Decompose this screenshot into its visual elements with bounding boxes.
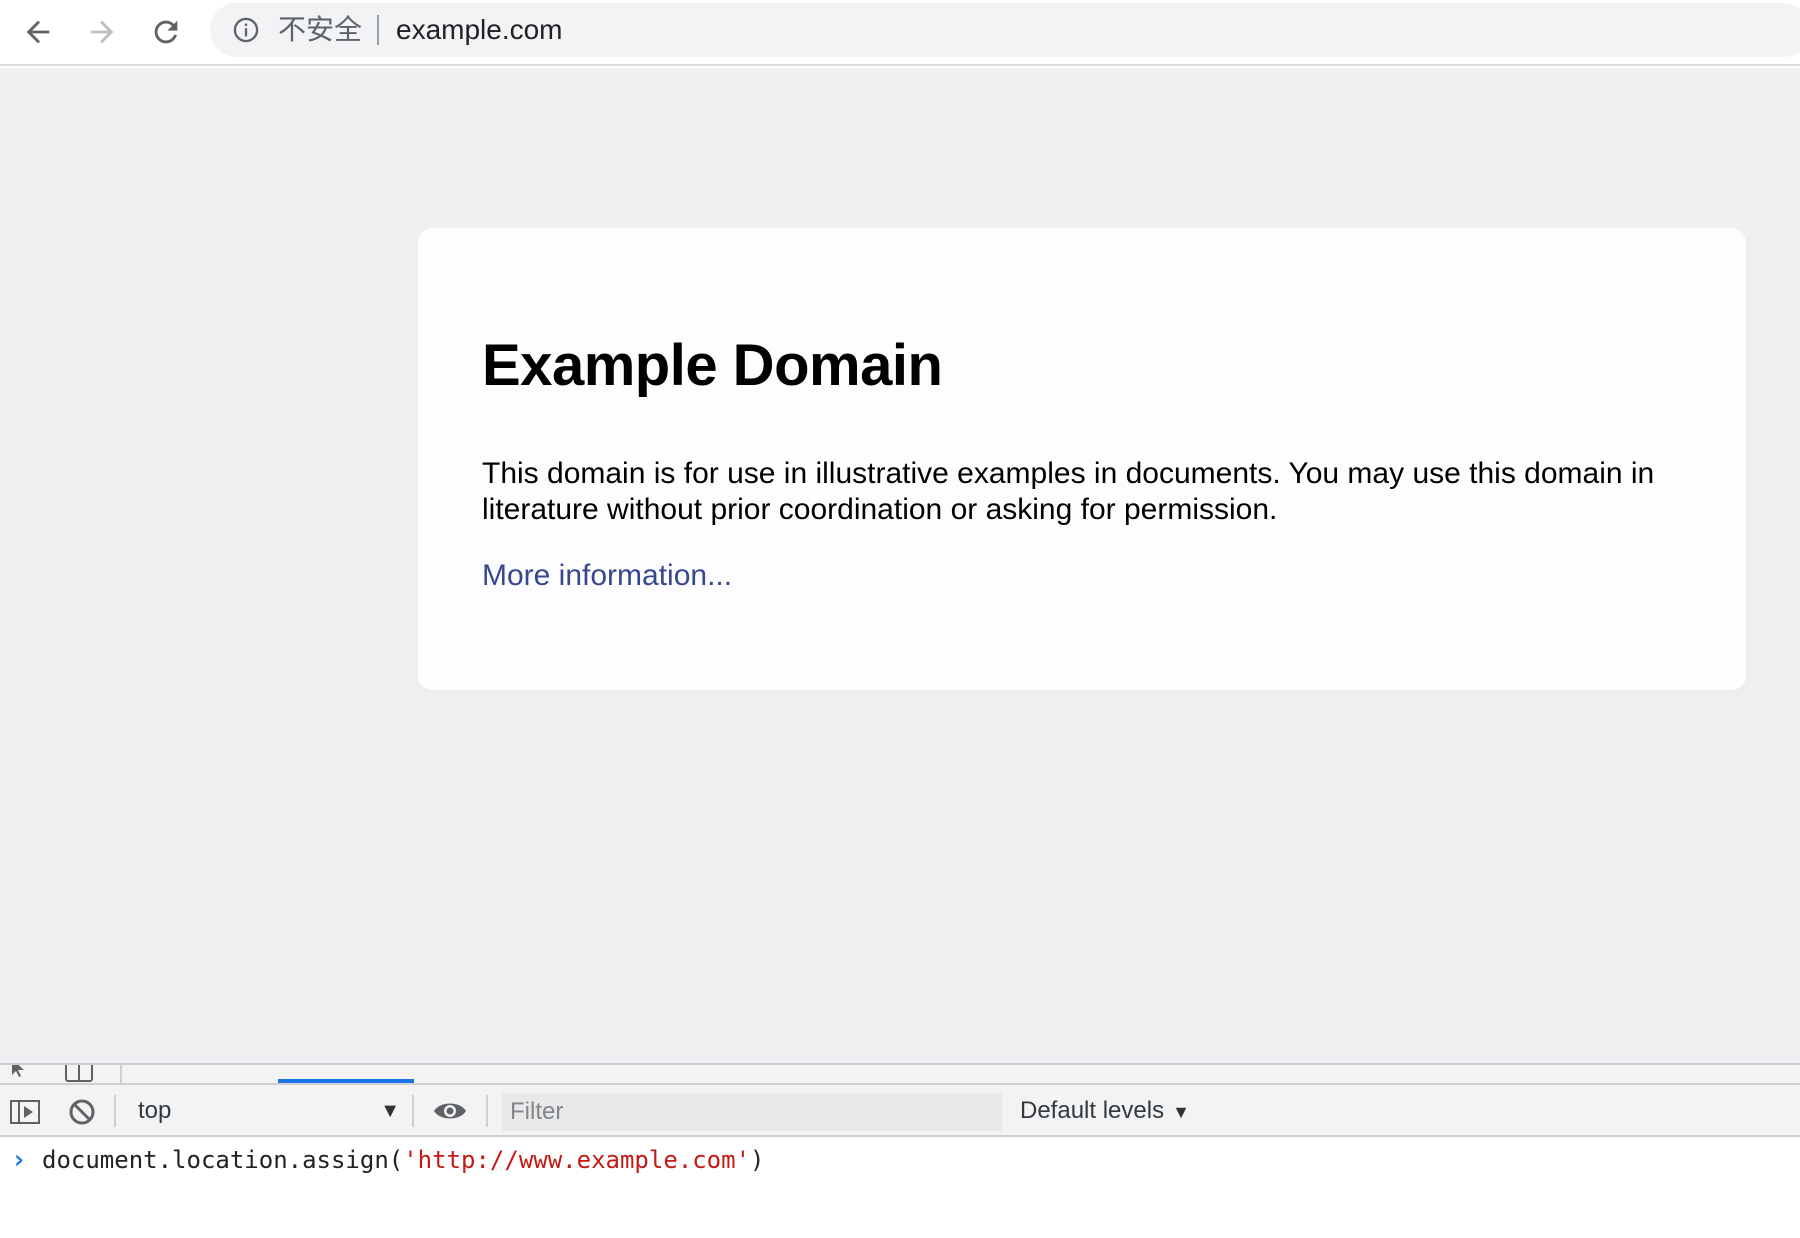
arrow-forward-icon [90, 20, 114, 44]
url-text[interactable]: example.com [396, 13, 563, 47]
console-code-string: 'http://www.example.com' [403, 1146, 751, 1174]
forward-button[interactable] [80, 10, 124, 54]
arrow-back-icon [26, 20, 50, 44]
security-status-label[interactable]: 不安全 [278, 13, 362, 47]
console-input-line[interactable]: › document.location.assign('http://www.e… [0, 1139, 1800, 1179]
console-filter-input[interactable] [502, 1093, 1002, 1131]
console-code-close: ) [750, 1146, 765, 1174]
show-console-sidebar-icon[interactable] [9, 1096, 41, 1128]
more-information-link[interactable]: More information... [482, 558, 732, 594]
inspect-element-icon[interactable] [8, 1065, 44, 1081]
dropdown-triangle-icon: ▼ [1172, 1102, 1190, 1122]
console-code-call: document.location.assign( [42, 1146, 404, 1174]
devtools-tab-strip [0, 1065, 1800, 1083]
browser-toolbar: 不安全 example.com [0, 0, 1800, 66]
reload-icon [154, 20, 178, 44]
toolbar-separator [114, 1095, 116, 1127]
page-paragraph: This domain is for use in illustrative e… [482, 457, 1655, 526]
tab-divider [120, 1065, 122, 1083]
live-expression-eye-icon[interactable] [432, 1097, 468, 1125]
javascript-context-select[interactable]: top ▼ [128, 1093, 404, 1129]
console-command[interactable]: document.location.assign('http://www.exa… [42, 1145, 764, 1175]
toolbar-separator [486, 1095, 488, 1127]
omnibox-divider [377, 15, 379, 45]
page-viewport: Example Domain This domain is for use in… [0, 68, 1800, 1063]
reload-button[interactable] [144, 10, 188, 54]
log-levels-dropdown[interactable]: Default levels ▼ [1020, 1093, 1190, 1129]
info-icon[interactable] [232, 16, 260, 44]
back-button[interactable] [16, 10, 60, 54]
content-card: Example Domain This domain is for use in… [418, 228, 1746, 690]
console-filter-box[interactable] [502, 1093, 1002, 1131]
log-levels-label: Default levels [1020, 1097, 1165, 1124]
page-title: Example Domain [482, 333, 943, 398]
dropdown-triangle-icon: ▼ [380, 1100, 400, 1122]
clear-console-icon[interactable] [66, 1096, 98, 1128]
devtools-panel: top ▼ Default levels ▼ › document.locatio… [0, 1063, 1800, 1238]
device-toolbar-icon[interactable] [64, 1065, 96, 1083]
console-toolbar: top ▼ Default levels ▼ [0, 1085, 1800, 1137]
console-prompt-chevron-icon: › [11, 1145, 27, 1175]
context-value: top [138, 1097, 172, 1124]
address-bar[interactable]: 不安全 example.com [210, 3, 1800, 57]
toolbar-separator [412, 1095, 414, 1127]
